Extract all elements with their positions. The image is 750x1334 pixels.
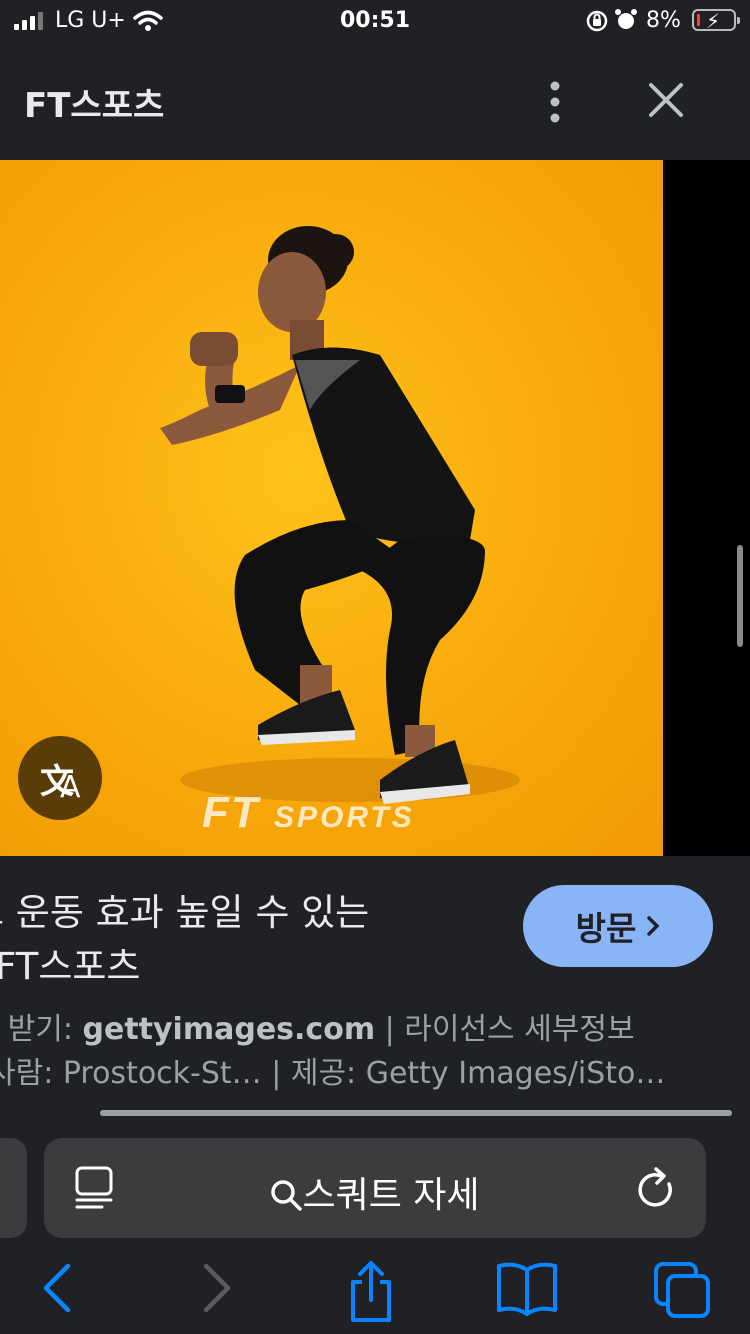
chevron-right-icon (647, 916, 660, 936)
watermark-sub: SPORTS (274, 801, 415, 834)
alarm-icon (615, 9, 637, 29)
tabs-icon[interactable] (652, 1260, 714, 1322)
more-options-icon[interactable] (540, 80, 570, 124)
ftsports-watermark: FT SPORTS (202, 788, 415, 838)
license-link[interactable]: | 라이선스 세부정보 (375, 1012, 635, 1047)
share-icon[interactable] (345, 1260, 397, 1324)
result-title-line-2: - FT스포츠 (0, 945, 141, 988)
battery-icon: ⚡ (692, 9, 740, 33)
battery-percent: 8% (646, 8, 681, 33)
athlete-squat-illustration (160, 226, 520, 804)
back-icon[interactable] (40, 1260, 74, 1316)
visit-label: 방문 (575, 909, 637, 948)
result-meta: | 받기: gettyimages.com | 라이선스 세부정보 사람: Pr… (0, 1008, 748, 1096)
search-icon (271, 1180, 303, 1211)
close-icon[interactable] (648, 82, 684, 118)
translate-glyph-a: A (60, 770, 81, 805)
source-line: | 받기: gettyimages.com | 라이선스 세부정보 (0, 1008, 748, 1052)
visit-button[interactable]: 방문 (523, 885, 713, 967)
page-title: FT스포츠 (24, 86, 165, 126)
image-side-panel (663, 160, 750, 856)
previous-tab-preview[interactable] (0, 1138, 27, 1238)
browser-toolbar (0, 1252, 750, 1334)
address-bar[interactable]: 스쿼트 자세 (44, 1138, 706, 1238)
status-bar: LG U+ 00:51 8% ⚡ (0, 0, 750, 44)
vertical-scrollbar[interactable] (737, 545, 743, 647)
source-domain-link[interactable]: gettyimages.com (83, 1012, 376, 1047)
search-query[interactable]: 스쿼트 자세 (44, 1166, 706, 1218)
forward-icon (203, 1263, 231, 1313)
result-image[interactable]: FT SPORTS (0, 160, 663, 856)
viewer-header: FT스포츠 (0, 44, 750, 156)
reload-icon[interactable] (636, 1166, 678, 1212)
charging-bolt-icon: ⚡ (706, 9, 721, 33)
translate-button[interactable]: 文 A (18, 736, 102, 820)
watermark-main: FT (202, 788, 260, 837)
horizontal-scrollbar[interactable] (100, 1110, 732, 1116)
battery-fill (697, 14, 700, 26)
orientation-lock-icon (586, 10, 608, 32)
result-title[interactable]: 트 운동 효과 높일 수 있는 - FT스포츠 (0, 886, 470, 994)
result-title-line-1: 트 운동 효과 높일 수 있는 (0, 891, 370, 934)
bookmarks-icon[interactable] (495, 1260, 559, 1316)
creator-line: 사람: Prostock-St… | 제공: Getty Images/iSto… (0, 1056, 666, 1091)
search-query-text: 스쿼트 자세 (302, 1175, 480, 1216)
source-prefix: | 받기: (0, 1012, 73, 1047)
